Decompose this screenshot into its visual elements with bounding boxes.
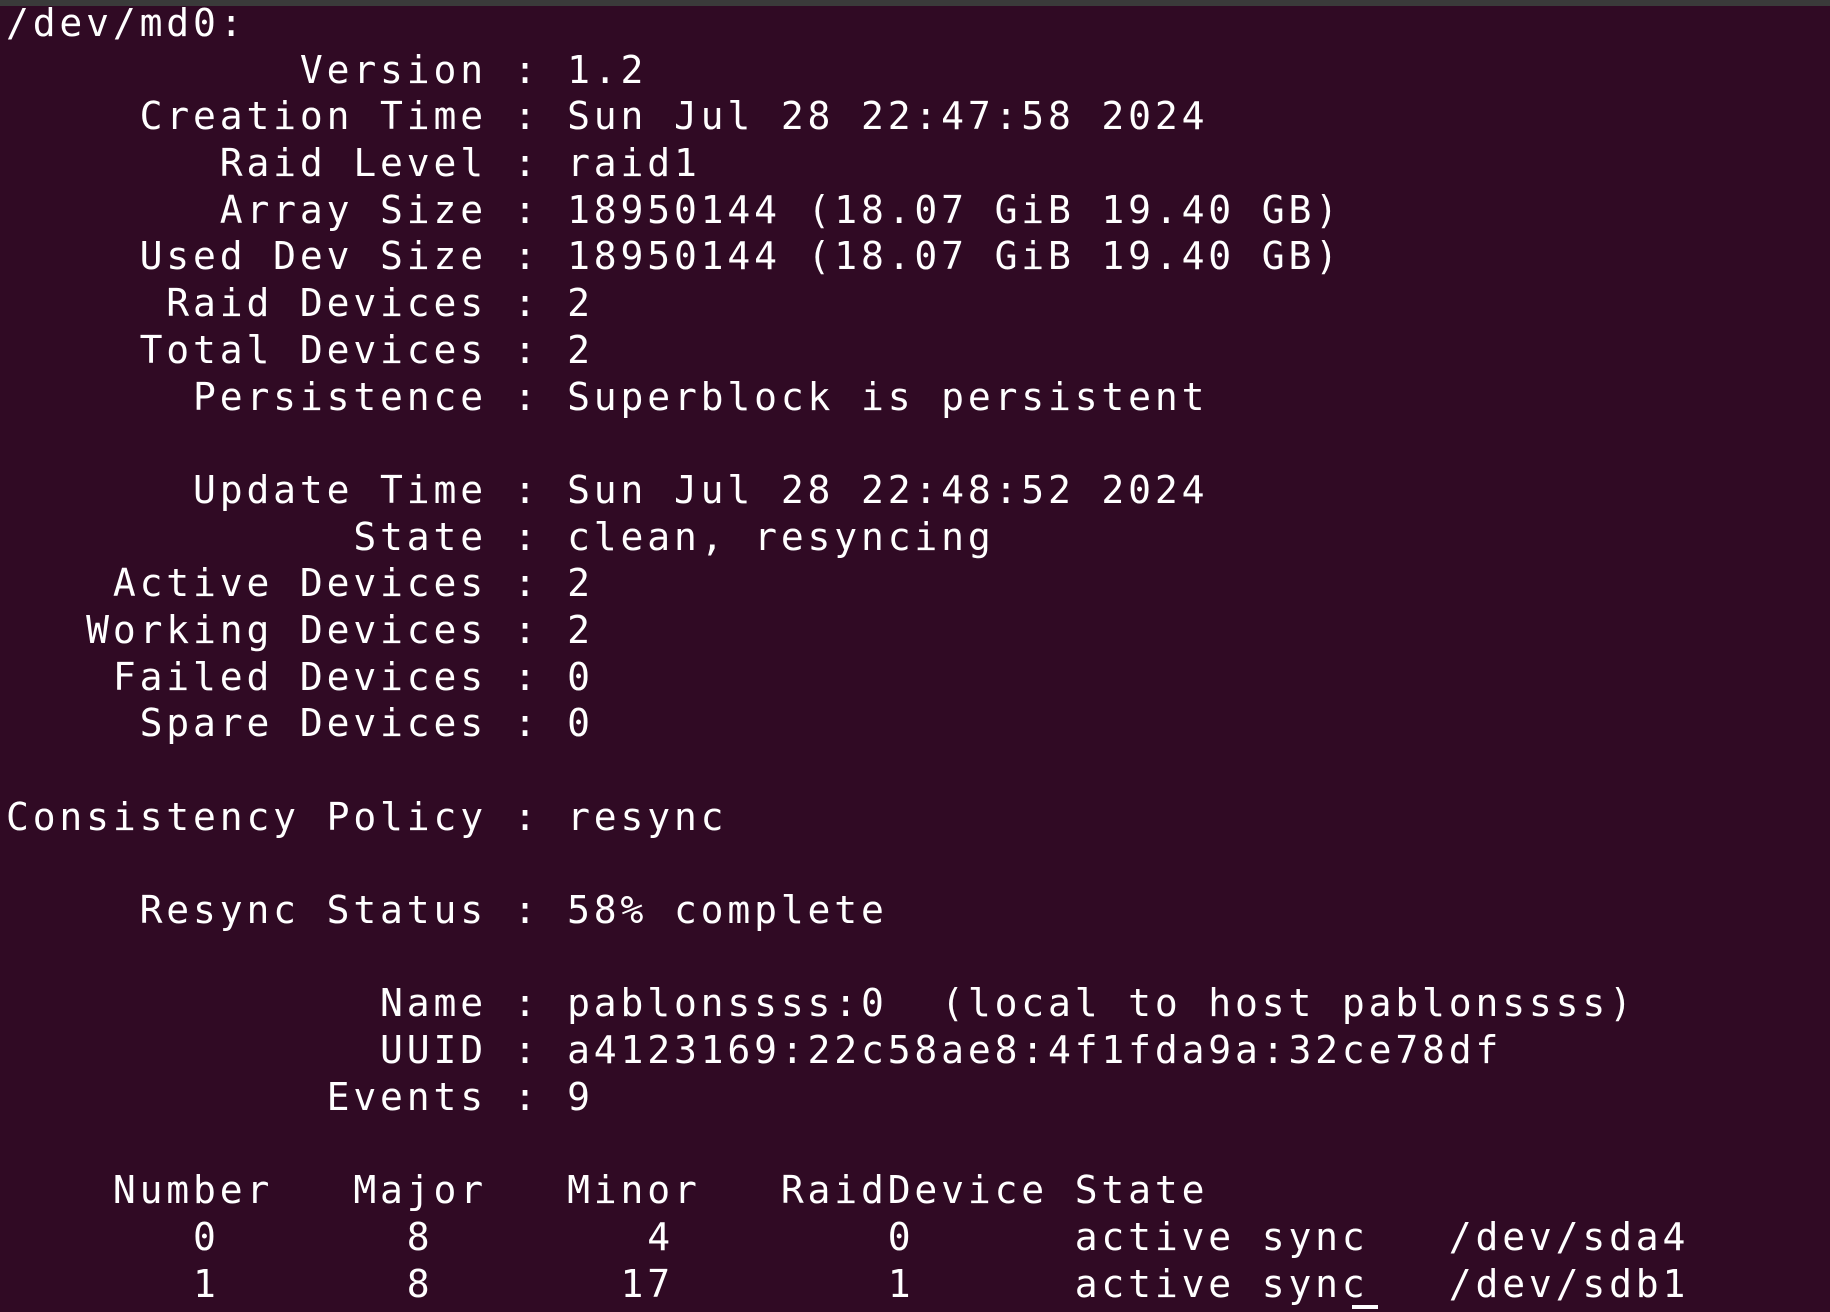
text-cursor [1352,1305,1378,1309]
terminal-line-persistence: Persistence : Superblock is persistent [6,374,1209,419]
device-table-row: 0 8 4 0 active sync /dev/sda4 [6,1214,1690,1259]
device-table-header: Number Major Minor RaidDevice State [6,1168,1209,1213]
terminal-line-failed-devices: Failed Devices : 0 [6,654,594,699]
terminal-line-consistency-policy: Consistency Policy : resync [6,794,728,839]
terminal-line-events: Events : 9 [6,1074,594,1119]
terminal-line-used-dev-size: Used Dev Size : 18950144 (18.07 GiB 19.4… [6,234,1342,279]
terminal-line-device: /dev/md0: [6,1,247,45]
terminal-line-raid-devices: Raid Devices : 2 [6,281,594,326]
terminal-line-spare-devices: Spare Devices : 0 [6,701,594,746]
terminal-line-name: Name : pablonssss:0 (local to host pablo… [6,981,1636,1026]
terminal-line-uuid: UUID : a4123169:22c58ae8:4f1fda9a:32ce78… [6,1028,1503,1073]
terminal-line-creation-time: Creation Time : Sun Jul 28 22:47:58 2024 [6,94,1209,139]
terminal-line-working-devices: Working Devices : 2 [6,607,594,652]
terminal-line-total-devices: Total Devices : 2 [6,327,594,372]
terminal-line-raid-level: Raid Level : raid1 [6,141,701,186]
terminal-line-state: State : clean, resyncing [6,514,995,559]
terminal-line-version: Version : 1.2 [6,47,648,92]
terminal-line-resync-status: Resync Status : 58% complete [6,888,888,933]
terminal-line-active-devices: Active Devices : 2 [6,561,594,606]
terminal-line-update-time: Update Time : Sun Jul 28 22:48:52 2024 [6,467,1209,512]
device-table-row: 1 8 17 1 active sync /dev/sdb1 [6,1261,1690,1306]
terminal-line-array-size: Array Size : 18950144 (18.07 GiB 19.40 G… [6,187,1342,232]
terminal-output[interactable]: /dev/md0: Version : 1.2 Creation Time : … [6,0,1824,1312]
